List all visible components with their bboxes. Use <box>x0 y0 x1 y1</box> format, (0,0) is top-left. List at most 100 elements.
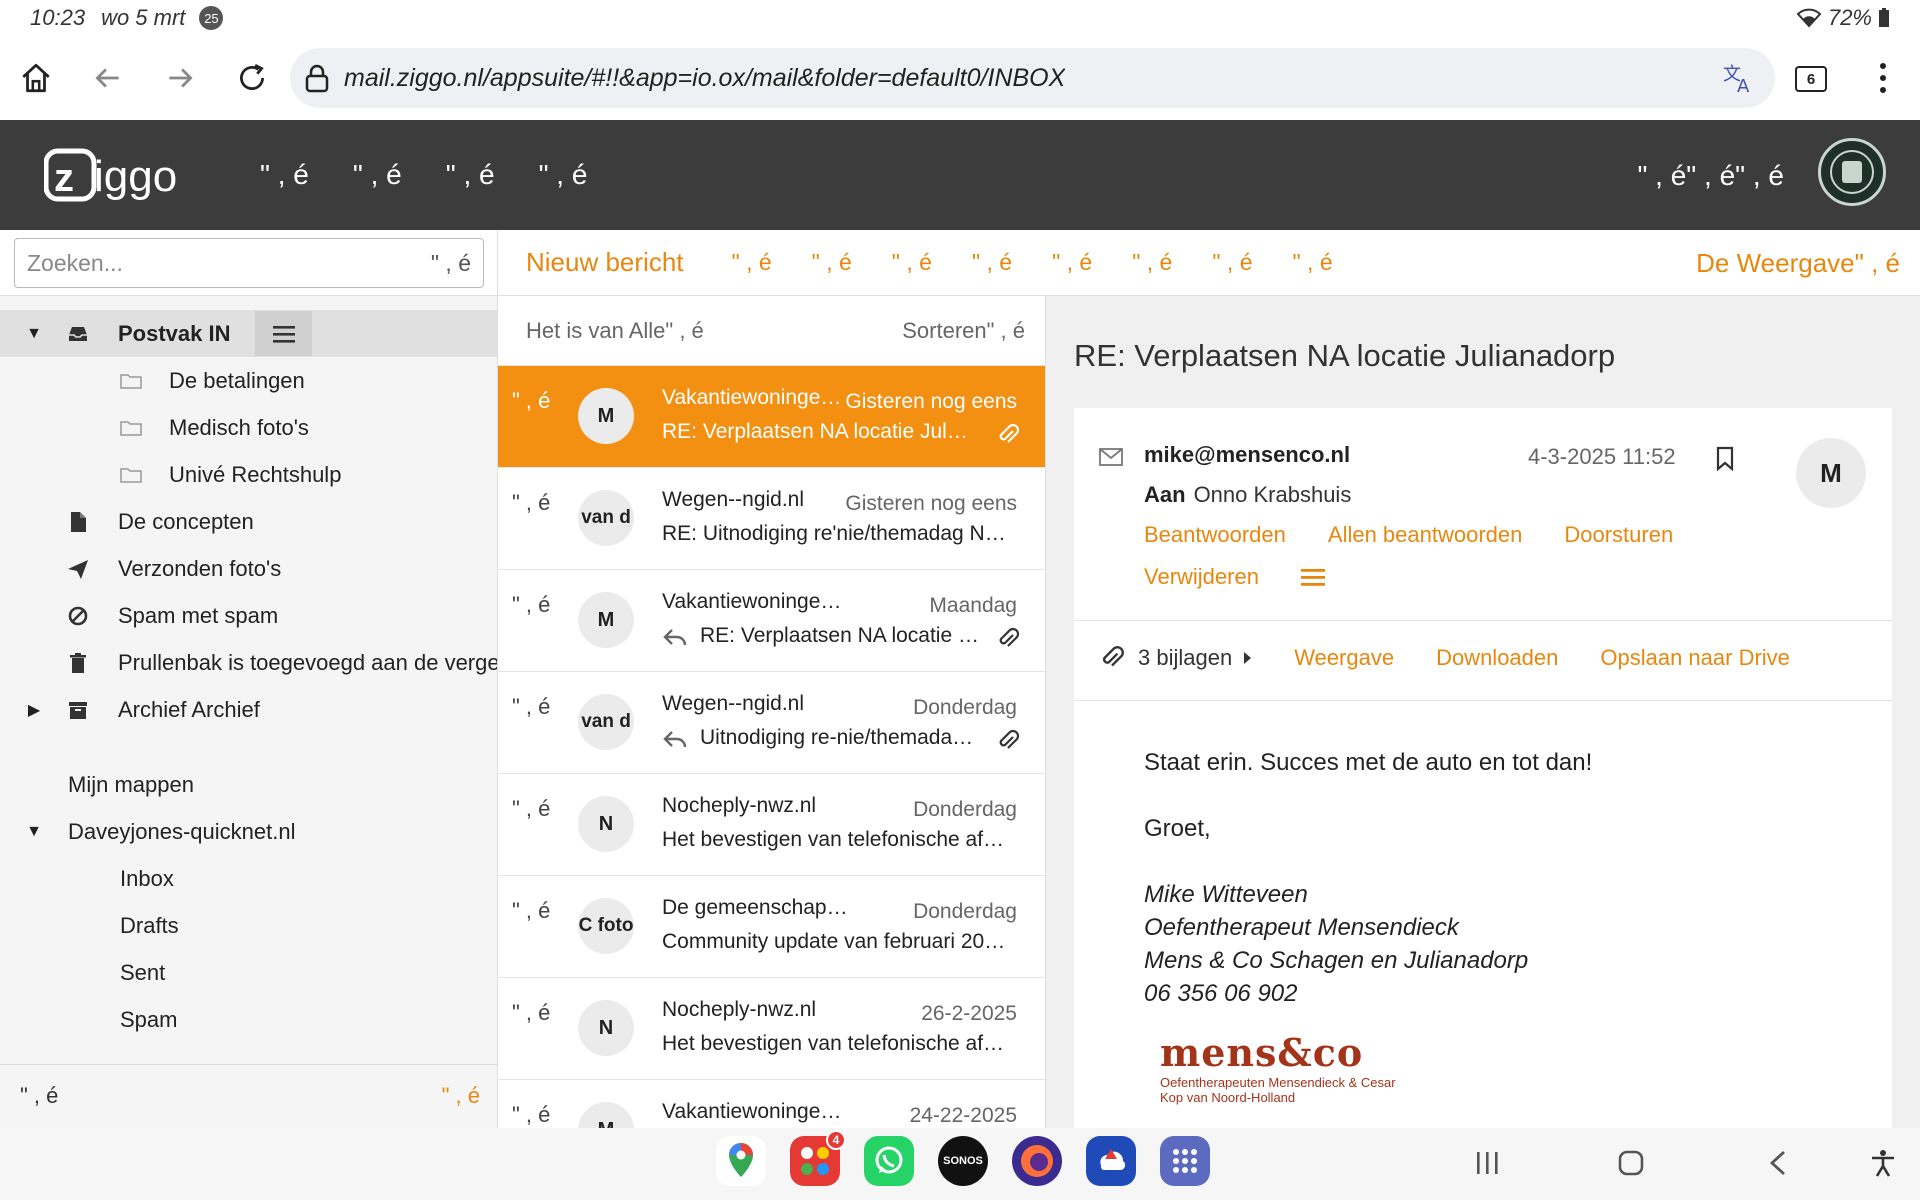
reload-button[interactable] <box>216 42 288 114</box>
forward-button[interactable] <box>144 42 216 114</box>
select-checkbox[interactable]: " , é <box>512 1102 550 1128</box>
ziggo-logo[interactable]: z iggo <box>44 145 210 205</box>
select-checkbox[interactable]: " , é <box>512 694 550 720</box>
folder-unive[interactable]: Univé Rechtshulp <box>0 451 497 498</box>
back-button[interactable] <box>72 42 144 114</box>
folder-options-button[interactable] <box>255 311 312 356</box>
sender-address[interactable]: mike@mensenco.nl <box>1144 442 1350 468</box>
account-folder-spam[interactable]: Spam <box>0 996 497 1043</box>
header-app-4[interactable]: " , é <box>539 159 588 191</box>
apps-folder-icon[interactable]: 4 <box>790 1130 846 1186</box>
caret-down-icon[interactable]: ▼ <box>24 325 44 343</box>
toolbar-button-4[interactable]: " , é <box>972 249 1012 276</box>
folder-drafts[interactable]: De concepten <box>0 498 497 545</box>
mail-item[interactable]: " , é M Vakantiewoningen in de omgeving … <box>498 1080 1045 1128</box>
forward-button[interactable]: Doorsturen <box>1564 522 1673 548</box>
maps-app-icon[interactable] <box>716 1136 766 1186</box>
filter-dropdown[interactable]: Het is van Alle" , é <box>526 318 704 344</box>
caret-right-icon[interactable] <box>1242 651 1252 665</box>
whatsapp-icon[interactable] <box>864 1136 914 1186</box>
archive-box-icon <box>65 697 91 723</box>
account-section[interactable]: ▼ Daveyjones-quicknet.nl <box>0 808 497 855</box>
recent-apps-icon[interactable] <box>1474 1148 1500 1178</box>
view-attachments-button[interactable]: Weergave <box>1294 645 1394 671</box>
mail-item[interactable]: " , é van d Wegen--ngid.nl Donderdag Uit… <box>498 672 1045 774</box>
caret-right-icon[interactable]: ▶ <box>24 700 44 720</box>
translate-icon[interactable]: 文A <box>1721 60 1755 94</box>
mail-item[interactable]: " , é van d Wegen--ngid.nl Gisteren nog … <box>498 468 1045 570</box>
select-checkbox[interactable]: " , é <box>512 796 550 822</box>
attachments-count[interactable]: 3 bijlagen <box>1138 645 1232 671</box>
select-checkbox[interactable]: " , é <box>512 592 550 618</box>
select-checkbox[interactable]: " , é <box>512 1000 550 1026</box>
home-nav-icon[interactable] <box>1616 1148 1646 1178</box>
toolbar-button-2[interactable]: " , é <box>812 249 852 276</box>
tabs-count-icon[interactable]: 6 <box>1795 66 1827 92</box>
wifi-icon <box>1796 8 1822 28</box>
accessibility-icon[interactable] <box>1868 1148 1898 1178</box>
download-attachments-button[interactable]: Downloaden <box>1436 645 1558 671</box>
toolbar-button-1[interactable]: " , é <box>732 249 772 276</box>
search-button[interactable]: " , é <box>431 250 471 277</box>
delete-button[interactable]: Verwijderen <box>1144 564 1259 590</box>
header-app-3[interactable]: " , é <box>446 159 495 191</box>
weather-app-icon[interactable] <box>1086 1136 1136 1186</box>
toolbar-button-5[interactable]: " , é <box>1052 249 1092 276</box>
my-folders-section[interactable]: Mijn mappen <box>0 761 497 808</box>
select-checkbox[interactable]: " , é <box>512 388 550 414</box>
app-drawer-icon[interactable] <box>1160 1136 1210 1186</box>
mail-item[interactable]: " , é N Nocheply-nwz.nl Donderdag Het be… <box>498 774 1045 876</box>
mail-item[interactable]: " , é C foto De gemeenschap van foto's D… <box>498 876 1045 978</box>
back-nav-icon[interactable] <box>1766 1148 1790 1178</box>
home-button[interactable] <box>0 42 72 114</box>
account-folder-inbox[interactable]: Inbox <box>0 855 497 902</box>
signature-phone: 06 356 06 902 <box>1144 980 1298 1007</box>
save-to-drive-button[interactable]: Opslaan naar Drive <box>1600 645 1790 671</box>
user-avatar[interactable] <box>1818 138 1886 206</box>
mail-date: 24-22-2025 <box>909 1104 1017 1127</box>
new-message-button[interactable]: Nieuw bericht <box>526 247 684 278</box>
folder-spam[interactable]: Spam met spam <box>0 592 497 639</box>
folder-archive[interactable]: ▶ Archief Archief <box>0 686 497 733</box>
avatar: C foto <box>578 898 634 954</box>
account-folder-sent[interactable]: Sent <box>0 949 497 996</box>
mail-item[interactable]: " , é M Vakantiewoningen in de omgeving … <box>498 366 1045 468</box>
select-checkbox[interactable]: " , é <box>512 490 550 516</box>
sort-dropdown[interactable]: Sorteren" , é <box>902 318 1025 344</box>
header-app-2[interactable]: " , é <box>353 159 402 191</box>
sonos-app-icon[interactable]: SONOS <box>938 1136 988 1186</box>
mail-item[interactable]: " , é M Vakantiewoningen in de omgeving … <box>498 570 1045 672</box>
toolbar-button-7[interactable]: " , é <box>1212 249 1252 276</box>
recipient-name[interactable]: Onno Krabshuis <box>1194 482 1352 507</box>
folder-betalingen[interactable]: De betalingen <box>0 357 497 404</box>
header-right-actions[interactable]: " , é" , é" , é <box>1637 160 1784 192</box>
message-title: RE: Verplaatsen NA locatie Julianadorp <box>1074 338 1616 373</box>
bookmark-icon[interactable] <box>1714 446 1736 472</box>
folder-medisch[interactable]: Medisch foto's <box>0 404 497 451</box>
paperclip-icon <box>999 423 1020 443</box>
account-folder-drafts[interactable]: Drafts <box>0 902 497 949</box>
firefox-icon[interactable] <box>1012 1136 1062 1186</box>
folder-inbox[interactable]: ▼ Postvak IN <box>0 310 497 357</box>
more-options-icon[interactable] <box>1868 56 1898 100</box>
caret-down-icon[interactable]: ▼ <box>24 823 44 841</box>
folder-sent[interactable]: Verzonden foto's <box>0 545 497 592</box>
select-checkbox[interactable]: " , é <box>512 898 550 924</box>
address-bar[interactable]: mail.ziggo.nl/appsuite/#!!&app=io.ox/mai… <box>290 48 1775 108</box>
sidebar-footer-left[interactable]: " , é <box>20 1083 58 1109</box>
toolbar-button-8[interactable]: " , é <box>1293 249 1333 276</box>
avatar: M <box>578 388 634 444</box>
toolbar-button-3[interactable]: " , é <box>892 249 932 276</box>
message-actions: Beantwoorden Allen beantwoorden Doorstur… <box>1144 522 1673 548</box>
mail-item[interactable]: " , é N Nocheply-nwz.nl 26-2-2025 Het be… <box>498 978 1045 1080</box>
folder-trash[interactable]: Prullenbak is toegevoegd aan de verge <box>0 639 497 686</box>
view-button[interactable]: De Weergave" , é <box>1696 248 1900 279</box>
sidebar-footer-right[interactable]: " , é <box>442 1083 480 1109</box>
header-app-1[interactable]: " , é <box>260 159 309 191</box>
folder-label: Univé Rechtshulp <box>169 461 342 487</box>
more-actions-hamburger-icon[interactable] <box>1300 567 1325 587</box>
reply-button[interactable]: Beantwoorden <box>1144 522 1286 548</box>
search-input[interactable]: Zoeken... " , é <box>14 238 484 288</box>
toolbar-button-6[interactable]: " , é <box>1132 249 1172 276</box>
reply-all-button[interactable]: Allen beantwoorden <box>1328 522 1522 548</box>
